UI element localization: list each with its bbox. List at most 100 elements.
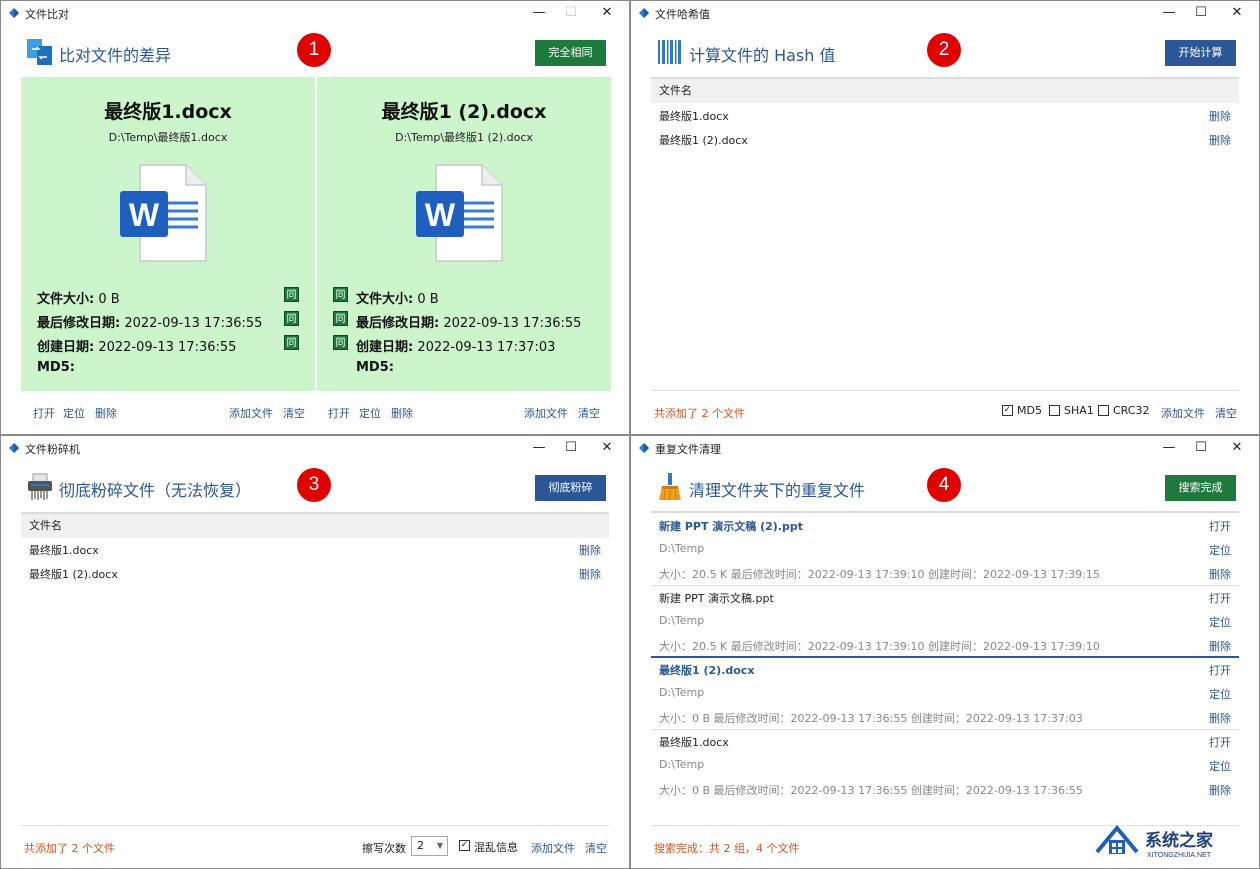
delete-link[interactable]: 删除 (1209, 566, 1231, 582)
column-header[interactable]: 文件名 (21, 512, 609, 538)
sha1-checkbox[interactable] (1049, 405, 1060, 416)
file-name: 最终版1 (2).docx (659, 134, 748, 147)
crc32-checkbox[interactable] (1098, 405, 1109, 416)
open-link[interactable]: 打开 (33, 405, 55, 421)
add-file-link[interactable]: 添加文件 (1161, 405, 1205, 421)
list-item[interactable]: 最终版1 (2).docx 删除 (21, 563, 609, 587)
md5-checkbox[interactable]: ✓ (1002, 405, 1013, 416)
locate-link[interactable]: 定位 (1209, 614, 1231, 630)
file-name: 最终版1.docx (29, 544, 99, 557)
search-done-button[interactable]: 搜索完成 (1165, 475, 1236, 501)
locate-link[interactable]: 定位 (63, 405, 85, 421)
same-mark: 同 (284, 287, 299, 302)
window-title: 文件哈希值 (655, 8, 710, 21)
delete-link[interactable]: 删除 (1209, 105, 1231, 129)
size-row: 文件大小: 0 B (356, 292, 439, 307)
page-title: 比对文件的差异 (59, 46, 172, 65)
divider (651, 390, 1239, 391)
delete-link[interactable]: 删除 (391, 405, 413, 421)
maximize-button[interactable]: ☐ (1187, 438, 1215, 458)
add-file-link[interactable]: 添加文件 (531, 840, 575, 856)
minimize-button[interactable]: — (525, 3, 553, 23)
file-shredder-window: 文件粉碎机 — ☐ ✕ 彻底粉碎文件（无法恢复） 3 彻底粉碎 文件名 最终版1… (0, 435, 630, 869)
file-path: D:\Temp (659, 614, 705, 627)
title-bar: 重复文件清理 — ☐ ✕ (631, 436, 1259, 461)
close-button[interactable]: ✕ (593, 438, 621, 458)
delete-link[interactable]: 删除 (1209, 638, 1231, 654)
same-mark: 同 (284, 311, 299, 326)
list-item[interactable]: 最终版1.docx D:\Temp 大小：0 B 最后修改时间：2022-09-… (651, 730, 1239, 802)
step-badge: 4 (927, 468, 961, 502)
locate-link[interactable]: 定位 (1209, 686, 1231, 702)
created-row: 创建日期: 2022-09-13 17:36:55 (37, 340, 237, 355)
locate-link[interactable]: 定位 (1209, 758, 1231, 774)
list-item[interactable]: 最终版1.docx 删除 (651, 105, 1239, 129)
mix-info-checkbox[interactable]: ✓ (459, 840, 470, 851)
minimize-button[interactable]: — (1155, 438, 1183, 458)
file-name: 最终版1.docx (659, 736, 729, 749)
maximize-button[interactable]: ☐ (557, 438, 585, 458)
start-calc-button[interactable]: 开始计算 (1165, 40, 1236, 66)
file-path: D:\Temp (659, 686, 705, 699)
md5-row: MD5: (37, 360, 75, 375)
open-link[interactable]: 打开 (1209, 662, 1231, 678)
status-text: 共添加了 2 个文件 (24, 842, 115, 855)
modified-row: 最后修改日期: 2022-09-13 17:36:55 (356, 316, 582, 331)
minimize-button[interactable]: — (1155, 3, 1183, 23)
left-file-panel: 最终版1.docx D:\Temp\最终版1.docx W 文件大小: 0 B … (21, 77, 315, 391)
file-name: 最终版1 (2).docx (659, 664, 755, 677)
identical-button[interactable]: 完全相同 (535, 40, 606, 66)
md5-label: MD5 (1017, 404, 1042, 417)
minimize-button[interactable]: — (525, 438, 553, 458)
delete-link[interactable]: 删除 (579, 563, 601, 587)
clear-link[interactable]: 清空 (578, 405, 600, 421)
locate-link[interactable]: 定位 (359, 405, 381, 421)
file-name: 最终版1.docx (659, 110, 729, 123)
list-item[interactable]: 最终版1 (2).docx 删除 (651, 129, 1239, 153)
app-icon (9, 8, 19, 18)
sha1-label: SHA1 (1064, 404, 1094, 417)
shred-button[interactable]: 彻底粉碎 (535, 475, 606, 501)
clear-link[interactable]: 清空 (283, 405, 305, 421)
maximize-button[interactable]: ☐ (1187, 3, 1215, 23)
locate-link[interactable]: 定位 (1209, 542, 1231, 558)
list-item[interactable]: 新建 PPT 演示文稿 (2).ppt D:\Temp 大小：20.5 K 最后… (651, 514, 1239, 586)
close-button[interactable]: ✕ (593, 3, 621, 23)
add-file-link[interactable]: 添加文件 (524, 405, 568, 421)
open-link[interactable]: 打开 (1209, 590, 1231, 606)
delete-link[interactable]: 删除 (1209, 129, 1231, 153)
open-link[interactable]: 打开 (1209, 518, 1231, 534)
window-title: 重复文件清理 (655, 443, 721, 456)
delete-link[interactable]: 删除 (95, 405, 117, 421)
close-button[interactable]: ✕ (1223, 438, 1251, 458)
clear-link[interactable]: 清空 (585, 840, 607, 856)
clear-link[interactable]: 清空 (1215, 405, 1237, 421)
maximize-button[interactable]: ☐ (557, 3, 585, 23)
file-name: 最终版1.docx (104, 101, 232, 123)
open-link[interactable]: 打开 (328, 405, 350, 421)
word-document-icon: W (416, 164, 503, 262)
erase-count-select[interactable]: 2 ▼ (411, 836, 448, 856)
same-mark: 同 (284, 335, 299, 350)
broom-icon (659, 473, 681, 501)
file-meta: 大小：0 B 最后修改时间：2022-09-13 17:36:55 创建时间：2… (659, 712, 1083, 725)
list-item[interactable]: 最终版1.docx 删除 (21, 539, 609, 563)
delete-link[interactable]: 删除 (579, 539, 601, 563)
close-button[interactable]: ✕ (1223, 3, 1251, 23)
svg-text:W: W (425, 197, 456, 233)
delete-link[interactable]: 删除 (1209, 710, 1231, 726)
add-file-link[interactable]: 添加文件 (229, 405, 273, 421)
list-item[interactable]: 新建 PPT 演示文稿.ppt D:\Temp 大小：20.5 K 最后修改时间… (651, 586, 1239, 658)
same-mark: 同 (333, 287, 348, 302)
column-header[interactable]: 文件名 (651, 77, 1239, 103)
created-row: 创建日期: 2022-09-13 17:37:03 (356, 340, 556, 355)
barcode-icon (658, 40, 681, 64)
page-title: 彻底粉碎文件（无法恢复） (59, 481, 252, 500)
delete-link[interactable]: 删除 (1209, 782, 1231, 798)
step-badge: 1 (297, 33, 331, 67)
open-link[interactable]: 打开 (1209, 734, 1231, 750)
status-text: 共添加了 2 个文件 (654, 407, 745, 420)
chevron-down-icon: ▼ (436, 841, 443, 850)
list-item[interactable]: 最终版1 (2).docx D:\Temp 大小：0 B 最后修改时间：2022… (651, 658, 1239, 730)
step-badge: 2 (927, 33, 961, 67)
